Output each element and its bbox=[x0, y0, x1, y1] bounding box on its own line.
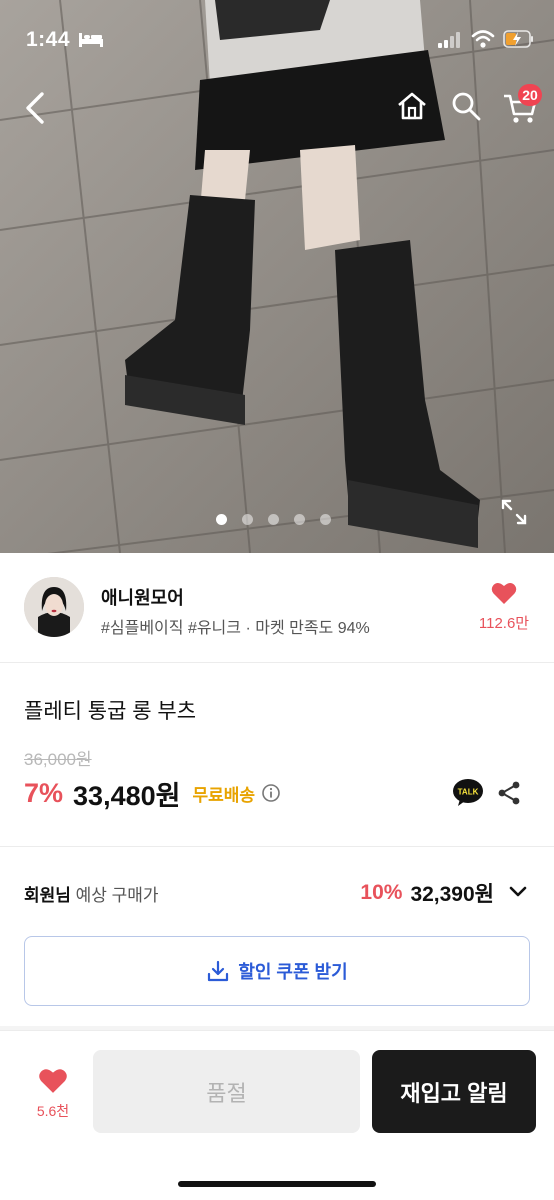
seller-name[interactable]: 애니원모어 bbox=[101, 584, 184, 610]
divider bbox=[0, 846, 554, 847]
seller-row[interactable]: 애니원모어 #심플베이직 #유니크 · 마켓 만족도 94% 112.6만 bbox=[0, 553, 554, 663]
battery-icon bbox=[503, 30, 533, 48]
home-icon[interactable] bbox=[394, 88, 430, 124]
original-price: 36,000원 bbox=[24, 750, 92, 769]
member-discount: 10% bbox=[360, 881, 403, 904]
product-like-button[interactable]: 5.6천 bbox=[22, 1067, 84, 1121]
cart-count-badge: 20 bbox=[518, 84, 542, 106]
store-like-button[interactable]: 112.6만 bbox=[474, 581, 534, 633]
member-price[interactable]: 10% 32,390원 bbox=[360, 878, 494, 908]
download-icon bbox=[208, 960, 229, 982]
product-like-count: 5.6천 bbox=[36, 1103, 70, 1119]
carousel-dot[interactable] bbox=[216, 514, 227, 525]
member-label-rest: 예상 구매가 bbox=[70, 886, 159, 905]
status-bar: 1:44 bbox=[0, 0, 554, 80]
sleep-mode-icon bbox=[79, 33, 103, 47]
wifi-icon bbox=[471, 30, 495, 48]
avatar-image bbox=[24, 577, 84, 637]
carousel-dot[interactable] bbox=[294, 514, 305, 525]
store-like-count: 112.6만 bbox=[478, 615, 530, 632]
svg-text:TALK: TALK bbox=[458, 788, 479, 797]
carousel-indicator bbox=[216, 514, 331, 525]
coupon-button[interactable]: 할인 쿠폰 받기 bbox=[24, 936, 530, 1006]
seller-tags: #심플베이직 #유니크 · 마켓 만족도 94% bbox=[101, 620, 370, 637]
carousel-dot[interactable] bbox=[320, 514, 331, 525]
price-row: 7% 33,480원 무료배송 bbox=[24, 776, 281, 811]
free-shipping-label: 무료배송 bbox=[192, 785, 256, 805]
search-icon[interactable] bbox=[448, 88, 484, 124]
discount-rate: 7% bbox=[24, 777, 64, 808]
member-price-value: 32,390원 bbox=[410, 883, 494, 906]
signal-icon bbox=[438, 32, 460, 48]
share-icon[interactable] bbox=[496, 780, 522, 806]
product-title: 플레티 통굽 롱 부츠 bbox=[24, 700, 197, 723]
back-arrow-icon[interactable] bbox=[20, 88, 54, 128]
heart-icon bbox=[491, 582, 517, 604]
sale-price: 33,480원 bbox=[73, 780, 181, 811]
seller-avatar[interactable] bbox=[24, 577, 84, 637]
restock-alert-button[interactable]: 재입고 알림 bbox=[372, 1050, 536, 1133]
product-photo bbox=[0, 0, 554, 553]
bottom-action-bar: 5.6천 품절 재입고 알림 bbox=[0, 1030, 554, 1200]
info-icon[interactable] bbox=[261, 783, 281, 803]
status-time: 1:44 bbox=[26, 28, 71, 51]
member-price-label: 회원님 예상 구매가 bbox=[24, 881, 159, 906]
carousel-dot[interactable] bbox=[242, 514, 253, 525]
expand-icon[interactable] bbox=[500, 498, 528, 526]
home-indicator bbox=[178, 1181, 376, 1187]
heart-icon bbox=[39, 1069, 67, 1093]
carousel-dot[interactable] bbox=[268, 514, 279, 525]
product-image[interactable]: 1:44 20 bbox=[0, 0, 554, 553]
member-label-bold: 회원님 bbox=[24, 886, 71, 905]
soldout-button[interactable]: 품절 bbox=[93, 1050, 360, 1133]
chevron-down-icon[interactable] bbox=[508, 882, 528, 902]
kakaotalk-share-icon[interactable]: TALK bbox=[452, 778, 484, 808]
coupon-button-label: 할인 쿠폰 받기 bbox=[238, 962, 348, 982]
